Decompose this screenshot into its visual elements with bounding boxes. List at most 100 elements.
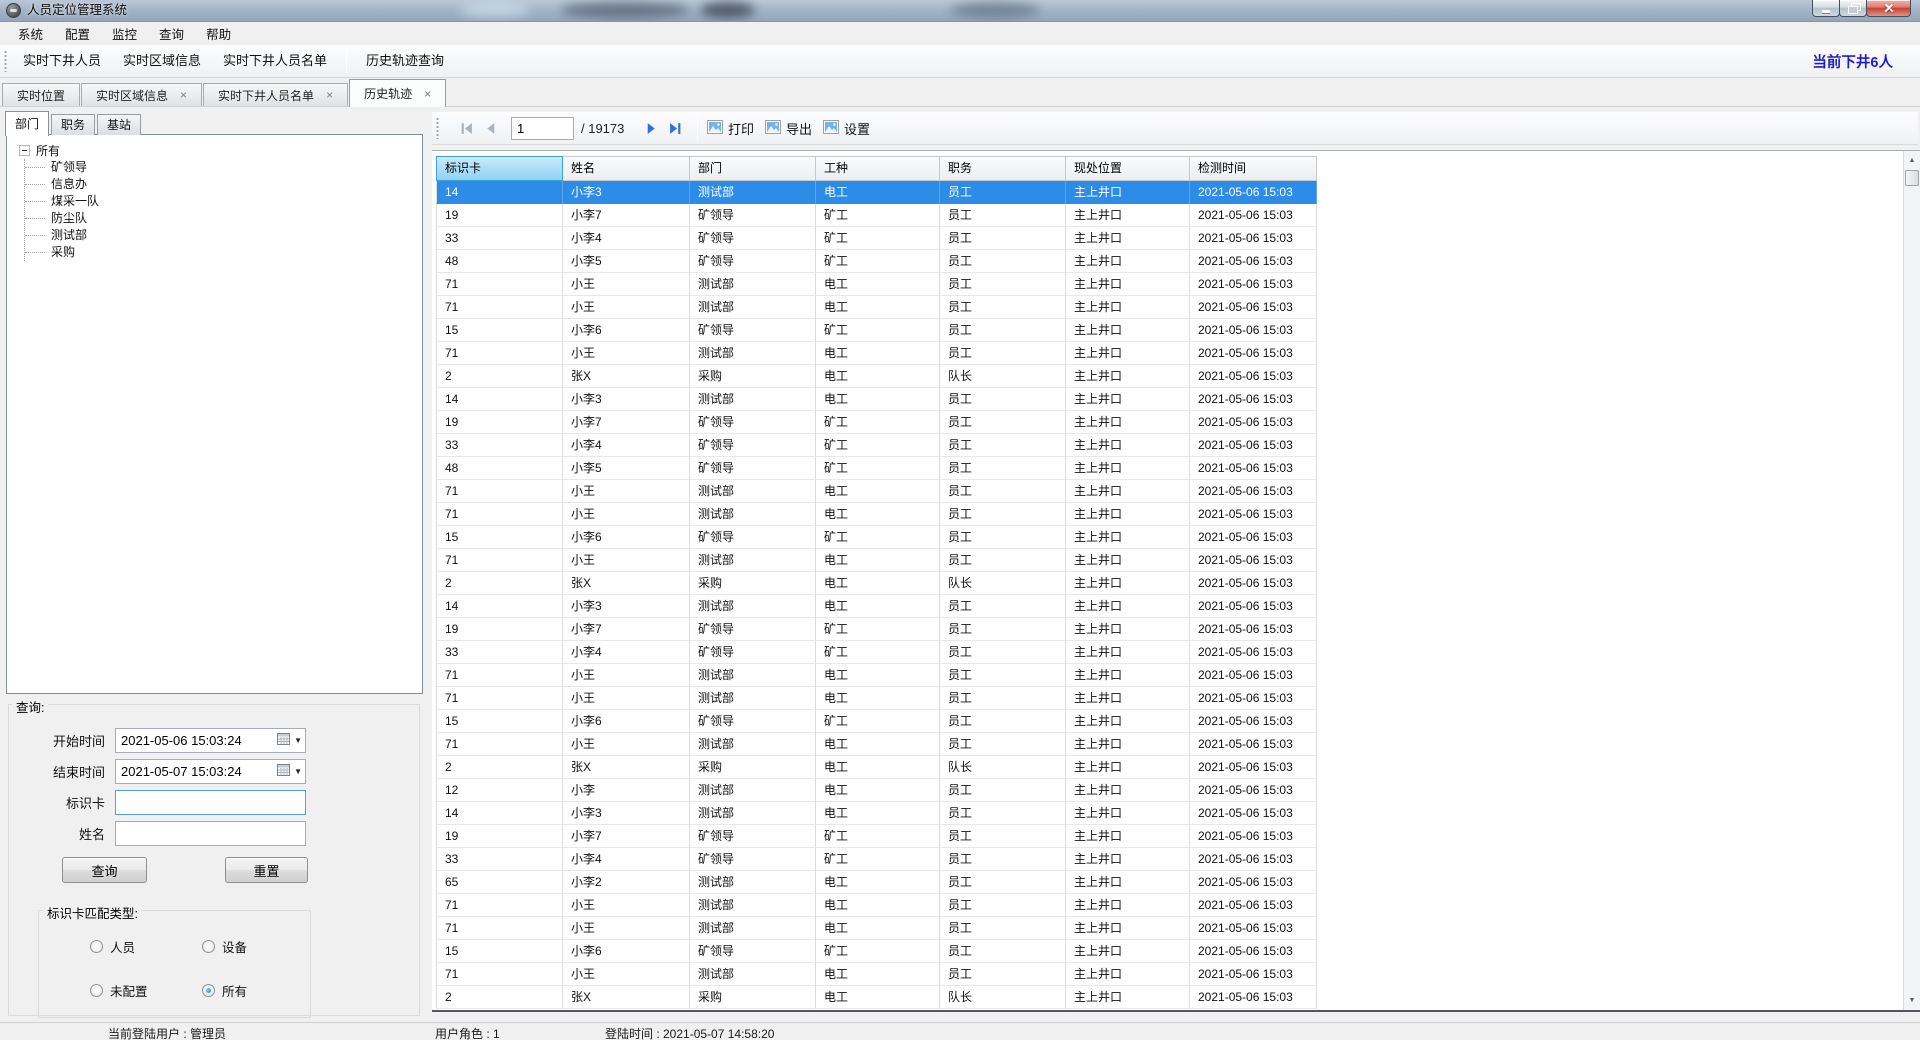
tab-item[interactable]: 实时区域信息× (81, 83, 202, 106)
menu-item[interactable]: 查询 (148, 21, 195, 46)
scrollbar-thumb[interactable] (1905, 170, 1919, 186)
tab-close-icon[interactable]: × (424, 88, 431, 100)
table-row[interactable]: 19小李7矿领导矿工员工主上井口2021-05-06 15:03 (436, 825, 1317, 848)
tree-collapse-icon[interactable] (19, 145, 30, 156)
tree-item[interactable]: 煤采一队 (25, 193, 422, 210)
export-button[interactable]: 导出 (765, 119, 812, 138)
menu-item[interactable]: 帮助 (195, 21, 242, 46)
column-header[interactable]: 检测时间 (1190, 156, 1317, 181)
table-row[interactable]: 14小李3测试部电工员工主上井口2021-05-06 15:03 (436, 181, 1317, 204)
table-row[interactable]: 48小李5矿领导矿工员工主上井口2021-05-06 15:03 (436, 250, 1317, 273)
table-row[interactable]: 19小李7矿领导矿工员工主上井口2021-05-06 15:03 (436, 411, 1317, 434)
tree-item[interactable]: 防尘队 (25, 210, 422, 227)
table-row[interactable]: 12小李测试部电工员工主上井口2021-05-06 15:03 (436, 779, 1317, 802)
table-row[interactable]: 2张X采购电工队长主上井口2021-05-06 15:03 (436, 756, 1317, 779)
reset-button[interactable]: 重置 (225, 857, 308, 883)
tab-active[interactable]: 历史轨迹× (349, 79, 446, 107)
table-row[interactable]: 2张X采购电工队长主上井口2021-05-06 15:03 (436, 986, 1317, 1009)
table-row[interactable]: 15小李6矿领导矿工员工主上井口2021-05-06 15:03 (436, 526, 1317, 549)
print-button[interactable]: 打印 (707, 119, 754, 138)
table-row[interactable]: 19小李7矿领导矿工员工主上井口2021-05-06 15:03 (436, 618, 1317, 641)
table-row[interactable]: 33小李4矿领导矿工员工主上井口2021-05-06 15:03 (436, 434, 1317, 457)
table-row[interactable]: 14小李3测试部电工员工主上井口2021-05-06 15:03 (436, 802, 1317, 825)
first-page-button[interactable] (455, 117, 477, 139)
search-button[interactable]: 查询 (62, 857, 147, 883)
table-row[interactable]: 2张X采购电工队长主上井口2021-05-06 15:03 (436, 572, 1317, 595)
table-row[interactable]: 15小李6矿领导矿工员工主上井口2021-05-06 15:03 (436, 710, 1317, 733)
tab-item[interactable]: 实时下井人员名单× (203, 83, 348, 106)
table-row[interactable]: 71小王测试部电工员工主上井口2021-05-06 15:03 (436, 342, 1317, 365)
restore-button[interactable] (1839, 0, 1867, 17)
table-row[interactable]: 15小李6矿领导矿工员工主上井口2021-05-06 15:03 (436, 940, 1317, 963)
toolbar-button[interactable]: 实时下井人员名单 (212, 48, 338, 74)
tree-item[interactable]: 采购 (25, 244, 422, 261)
person-name-input[interactable] (116, 822, 305, 845)
scroll-down-button[interactable]: ▼ (1904, 992, 1920, 1009)
table-row[interactable]: 33小李4矿领导矿工员工主上井口2021-05-06 15:03 (436, 641, 1317, 664)
scroll-up-button[interactable]: ▲ (1904, 152, 1920, 169)
table-row[interactable]: 71小王测试部电工员工主上井口2021-05-06 15:03 (436, 917, 1317, 940)
column-header[interactable]: 工种 (816, 156, 940, 181)
table-row[interactable]: 71小王测试部电工员工主上井口2021-05-06 15:03 (436, 664, 1317, 687)
pager-grip[interactable] (436, 117, 439, 139)
column-header[interactable]: 部门 (690, 156, 816, 181)
table-row[interactable]: 33小李4矿领导矿工员工主上井口2021-05-06 15:03 (436, 848, 1317, 871)
table-row[interactable]: 19小李7矿领导矿工员工主上井口2021-05-06 15:03 (436, 204, 1317, 227)
table-row[interactable]: 65小李2测试部电工员工主上井口2021-05-06 15:03 (436, 871, 1317, 894)
column-header[interactable]: 标识卡 (436, 156, 563, 181)
close-button[interactable] (1866, 0, 1911, 17)
table-row[interactable]: 71小王测试部电工员工主上井口2021-05-06 15:03 (436, 963, 1317, 986)
app-icon[interactable] (6, 3, 21, 18)
filter-tab[interactable]: 基站 (97, 114, 141, 135)
table-row[interactable]: 71小王测试部电工员工主上井口2021-05-06 15:03 (436, 503, 1317, 526)
dropdown-arrow-icon[interactable]: ▼ (294, 736, 302, 745)
table-row[interactable]: 14小李3测试部电工员工主上井口2021-05-06 15:03 (436, 388, 1317, 411)
toolbar-button[interactable]: 实时区域信息 (112, 48, 212, 74)
settings-button[interactable]: 设置 (823, 119, 870, 138)
toolbar-button[interactable]: 实时下井人员 (12, 48, 112, 74)
next-page-button[interactable] (640, 117, 662, 139)
toolbar-button[interactable]: 历史轨迹查询 (355, 48, 455, 74)
tab-close-icon[interactable]: × (326, 89, 333, 101)
table-row[interactable]: 33小李4矿领导矿工员工主上井口2021-05-06 15:03 (436, 227, 1317, 250)
filter-tab[interactable]: 职务 (51, 114, 95, 135)
tab-close-icon[interactable]: × (180, 89, 187, 101)
table-row[interactable]: 71小王测试部电工员工主上井口2021-05-06 15:03 (436, 273, 1317, 296)
tree-item[interactable]: 矿领导 (25, 159, 422, 176)
dropdown-arrow-icon[interactable]: ▼ (294, 767, 302, 776)
table-row[interactable]: 71小王测试部电工员工主上井口2021-05-06 15:03 (436, 296, 1317, 319)
column-header[interactable]: 职务 (940, 156, 1066, 181)
card-id-input[interactable] (116, 791, 305, 814)
tree-item[interactable]: 测试部 (25, 227, 422, 244)
calendar-icon[interactable] (277, 733, 290, 748)
radio-option[interactable]: 所有 (202, 981, 247, 1000)
table-row[interactable]: 71小王测试部电工员工主上井口2021-05-06 15:03 (436, 733, 1317, 756)
calendar-icon[interactable] (277, 764, 290, 779)
table-row[interactable]: 14小李3测试部电工员工主上井口2021-05-06 15:03 (436, 595, 1317, 618)
previous-page-button[interactable] (479, 117, 501, 139)
tree-item[interactable]: 信息办 (25, 176, 422, 193)
toolbar-grip[interactable] (4, 50, 7, 72)
table-row[interactable]: 71小王测试部电工员工主上井口2021-05-06 15:03 (436, 687, 1317, 710)
radio-option[interactable]: 设备 (202, 937, 247, 956)
menu-item[interactable]: 系统 (7, 21, 54, 46)
vertical-scrollbar[interactable]: ▲ ▼ (1903, 151, 1920, 1010)
table-row[interactable]: 71小王测试部电工员工主上井口2021-05-06 15:03 (436, 549, 1317, 572)
title-bar[interactable]: 人员定位管理系统 (0, 0, 1920, 22)
radio-option[interactable]: 未配置 (90, 981, 148, 1000)
column-header[interactable]: 现处位置 (1066, 156, 1190, 181)
page-number-input[interactable] (511, 117, 574, 140)
table-row[interactable]: 15小李6矿领导矿工员工主上井口2021-05-06 15:03 (436, 319, 1317, 342)
menu-item[interactable]: 配置 (54, 21, 101, 46)
radio-option[interactable]: 人员 (90, 937, 135, 956)
table-row[interactable]: 2张X采购电工队长主上井口2021-05-06 15:03 (436, 365, 1317, 388)
tree-root-item[interactable]: 所有 (19, 142, 422, 159)
filter-tab[interactable]: 部门 (5, 111, 49, 136)
table-row[interactable]: 71小王测试部电工员工主上井口2021-05-06 15:03 (436, 894, 1317, 917)
menu-item[interactable]: 监控 (101, 21, 148, 46)
minimize-button[interactable] (1812, 0, 1840, 17)
table-row[interactable]: 71小王测试部电工员工主上井口2021-05-06 15:03 (436, 480, 1317, 503)
tab-item[interactable]: 实时位置 (2, 83, 80, 106)
column-header[interactable]: 姓名 (563, 156, 690, 181)
table-row[interactable]: 48小李5矿领导矿工员工主上井口2021-05-06 15:03 (436, 457, 1317, 480)
